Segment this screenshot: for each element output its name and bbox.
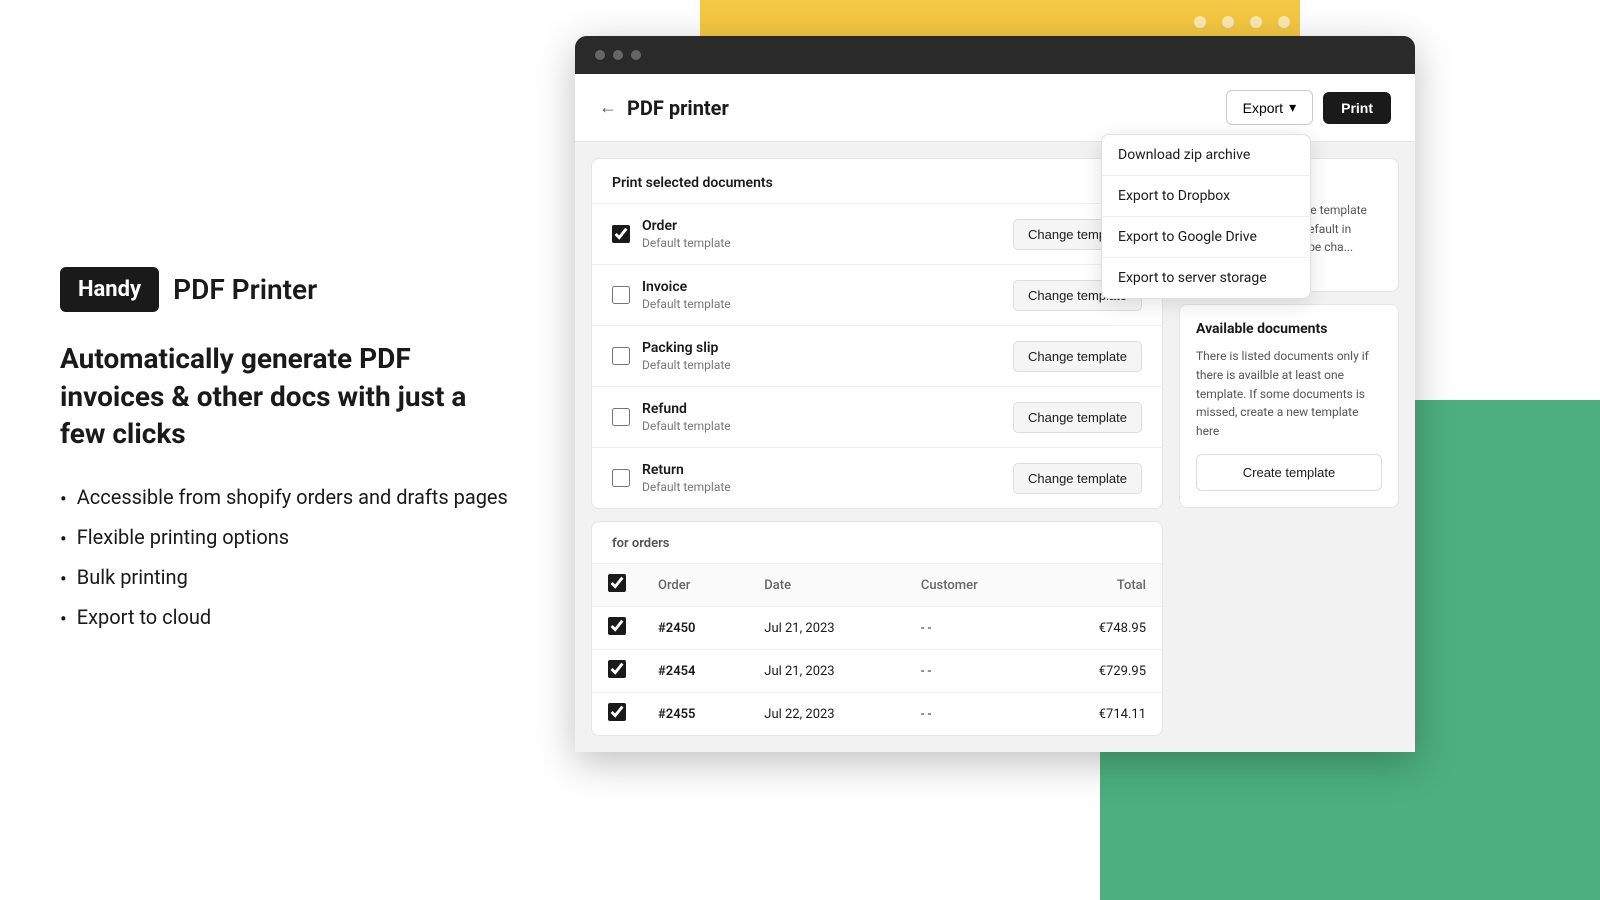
row-checkbox-2450[interactable] <box>608 617 626 635</box>
doc-row-packing-slip: Packing slip Default template Change tem… <box>592 326 1162 387</box>
col-customer: Customer <box>905 564 1041 607</box>
app-content: ← PDF printer Export ▾ Print Download zi… <box>575 74 1415 752</box>
browser-window: ← PDF printer Export ▾ Print Download zi… <box>575 36 1415 752</box>
bg-dots-decoration <box>1194 16 1290 28</box>
browser-titlebar <box>575 36 1415 74</box>
order-customer-2454: - - <box>905 650 1041 693</box>
col-date: Date <box>748 564 905 607</box>
order-number-2450: #2450 <box>642 607 748 650</box>
orders-card: for orders Order Date Customer Total <box>591 521 1163 736</box>
export-button[interactable]: Export ▾ <box>1226 90 1314 125</box>
dot-2 <box>613 50 623 60</box>
doc-row-invoice: Invoice Default template Change template <box>592 265 1162 326</box>
doc-row-order: Order Default template Change template <box>592 204 1162 265</box>
change-template-packing-slip[interactable]: Change template <box>1013 341 1142 372</box>
dot-3 <box>631 50 641 60</box>
table-row: #2454 Jul 21, 2023 - - €729.95 <box>592 650 1162 693</box>
orders-table: Order Date Customer Total #2450 Jul 21, … <box>592 564 1162 735</box>
dropdown-item-download-zip[interactable]: Download zip archive <box>1102 135 1310 176</box>
col-total: Total <box>1041 564 1162 607</box>
doc-panel: Print selected documents Order Default t… <box>591 158 1163 736</box>
doc-info-invoice: Invoice Default template <box>642 279 1001 311</box>
dropdown-item-server-storage[interactable]: Export to server storage <box>1102 258 1310 298</box>
back-button[interactable]: ← <box>599 97 617 118</box>
tagline: Automatically generate PDF invoices & ot… <box>60 340 510 453</box>
doc-name-invoice: Invoice <box>642 279 1001 295</box>
doc-name-order: Order <box>642 218 1001 234</box>
order-date-2454: Jul 21, 2023 <box>748 650 905 693</box>
order-total-2455: €714.11 <box>1041 693 1162 736</box>
checkbox-return-input[interactable] <box>612 469 630 487</box>
doc-name-packing-slip: Packing slip <box>642 340 1001 356</box>
logo-badge: Handy <box>60 267 159 312</box>
doc-template-packing-slip: Default template <box>642 358 1001 372</box>
doc-template-invoice: Default template <box>642 297 1001 311</box>
table-row: #2450 Jul 21, 2023 - - €748.95 <box>592 607 1162 650</box>
doc-info-refund: Refund Default template <box>642 401 1001 433</box>
feature-1: Accessible from shopify orders and draft… <box>60 485 510 513</box>
available-docs-title: Available documents <box>1196 321 1382 337</box>
app-header-left: ← PDF printer <box>599 96 729 120</box>
doc-info-order: Order Default template <box>642 218 1001 250</box>
checkbox-packing-slip-input[interactable] <box>612 347 630 365</box>
doc-template-return: Default template <box>642 480 1001 494</box>
select-all-checkbox[interactable] <box>608 574 626 592</box>
order-total-2450: €748.95 <box>1041 607 1162 650</box>
print-selected-card: Print selected documents Order Default t… <box>591 158 1163 509</box>
dot-1 <box>595 50 605 60</box>
checkbox-order[interactable] <box>612 225 630 243</box>
order-customer-2455: - - <box>905 693 1041 736</box>
left-panel: Handy PDF Printer Automatically generate… <box>0 0 570 900</box>
export-label: Export <box>1243 100 1283 116</box>
doc-template-order: Default template <box>642 236 1001 250</box>
logo-area: Handy PDF Printer <box>60 267 510 312</box>
logo-text: PDF Printer <box>173 273 317 306</box>
feature-3: Bulk printing <box>60 565 510 593</box>
doc-info-packing-slip: Packing slip Default template <box>642 340 1001 372</box>
order-number-2454: #2454 <box>642 650 748 693</box>
checkbox-return[interactable] <box>612 469 630 487</box>
orders-section-title: for orders <box>592 522 1162 564</box>
row-checkbox-2455[interactable] <box>608 703 626 721</box>
create-template-button[interactable]: Create template <box>1196 454 1382 491</box>
checkbox-invoice[interactable] <box>612 286 630 304</box>
doc-name-refund: Refund <box>642 401 1001 417</box>
print-selected-title: Print selected documents <box>592 159 1162 204</box>
change-template-return[interactable]: Change template <box>1013 463 1142 494</box>
order-number-2455: #2455 <box>642 693 748 736</box>
checkbox-refund[interactable] <box>612 408 630 426</box>
checkbox-order-input[interactable] <box>612 225 630 243</box>
doc-info-return: Return Default template <box>642 462 1001 494</box>
print-button[interactable]: Print <box>1323 92 1391 124</box>
doc-row-refund: Refund Default template Change template <box>592 387 1162 448</box>
dropdown-item-dropbox[interactable]: Export to Dropbox <box>1102 176 1310 217</box>
order-customer-2450: - - <box>905 607 1041 650</box>
export-chevron-icon: ▾ <box>1289 99 1296 116</box>
order-date-2450: Jul 21, 2023 <box>748 607 905 650</box>
export-dropdown: Download zip archive Export to Dropbox E… <box>1101 134 1311 299</box>
checkbox-invoice-input[interactable] <box>612 286 630 304</box>
header-actions: Export ▾ Print Download zip archive Expo… <box>1226 90 1391 125</box>
doc-template-refund: Default template <box>642 419 1001 433</box>
feature-2: Flexible printing options <box>60 525 510 553</box>
features-list: Accessible from shopify orders and draft… <box>60 485 510 633</box>
order-total-2454: €729.95 <box>1041 650 1162 693</box>
available-docs-card: Available documents There is listed docu… <box>1179 304 1399 508</box>
doc-name-return: Return <box>642 462 1001 478</box>
checkbox-packing-slip[interactable] <box>612 347 630 365</box>
page-title: PDF printer <box>627 96 729 120</box>
row-checkbox-2454[interactable] <box>608 660 626 678</box>
available-docs-text: There is listed documents only if there … <box>1196 347 1382 440</box>
feature-4: Export to cloud <box>60 605 510 633</box>
doc-row-return: Return Default template Change template <box>592 448 1162 508</box>
order-date-2455: Jul 22, 2023 <box>748 693 905 736</box>
table-row: #2455 Jul 22, 2023 - - €714.11 <box>592 693 1162 736</box>
dropdown-item-google-drive[interactable]: Export to Google Drive <box>1102 217 1310 258</box>
checkbox-refund-input[interactable] <box>612 408 630 426</box>
col-order: Order <box>642 564 748 607</box>
app-header: ← PDF printer Export ▾ Print Download zi… <box>575 74 1415 142</box>
change-template-refund[interactable]: Change template <box>1013 402 1142 433</box>
